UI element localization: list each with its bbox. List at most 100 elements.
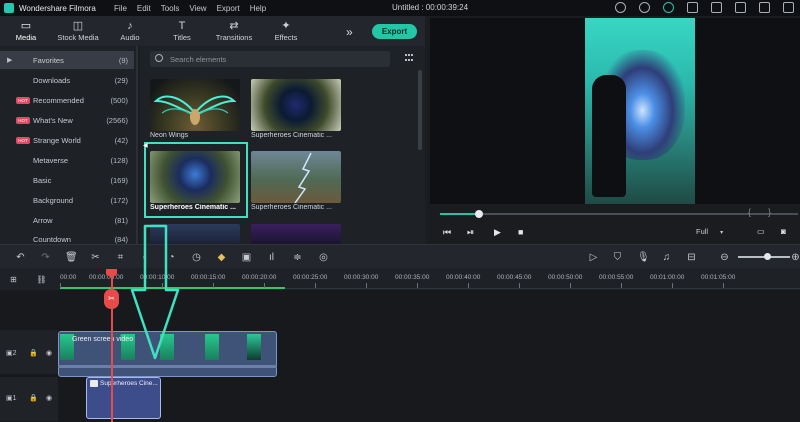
playback-progress-bar[interactable] [440, 210, 798, 218]
tab-label: Transitions [215, 33, 253, 42]
filmora-logo-icon [4, 3, 14, 13]
speed-icon[interactable]: ◔ [166, 252, 177, 263]
sidebar-item-count: (81) [114, 215, 128, 225]
thumbnail-partial-1[interactable] [150, 224, 240, 244]
play-icon[interactable]: ▶ [494, 227, 501, 238]
marker-icon[interactable]: ⛉ [612, 252, 623, 263]
tab-effects[interactable]: ✦ Effects [260, 20, 312, 46]
quality-select[interactable]: Full ▾ [696, 227, 723, 236]
ruler-tick [213, 283, 214, 288]
keyframe-icon[interactable]: ◆ [216, 252, 227, 263]
undo-icon[interactable]: ↶ [15, 252, 26, 263]
quality-label: Full [696, 227, 709, 236]
ruler-tick-label: 00:00:45:00 [497, 274, 532, 281]
menu-view[interactable]: View [189, 4, 206, 13]
ruler-tick [264, 283, 265, 288]
feedback-icon[interactable] [687, 2, 698, 13]
timer-icon[interactable]: ◷ [191, 252, 202, 263]
minimize-icon[interactable] [735, 2, 746, 13]
element-categories-sidebar: ▶ Favorites (9) Downloads (29) HOT Recom… [0, 46, 138, 244]
sidebar-item-count: (169) [110, 175, 128, 185]
audio-mixer-icon[interactable]: ♫ [661, 252, 672, 263]
menu-help[interactable]: Help [250, 4, 266, 13]
titles-icon: T [178, 20, 186, 32]
menu-file[interactable]: File [114, 4, 127, 13]
audio-wave-icon[interactable]: ıl [266, 252, 277, 263]
thumbnail-superheroes-cinematic-3[interactable] [251, 151, 341, 203]
link-icon[interactable]: ⛓ [36, 274, 47, 285]
play-pause-icon[interactable]: ⏯ [467, 227, 474, 238]
cloud-icon[interactable] [615, 2, 626, 13]
split-screen-icon[interactable]: ⊟ [686, 252, 697, 263]
add-track-icon[interactable]: ⊞ [8, 274, 19, 285]
stop-icon[interactable]: ■ [518, 227, 523, 237]
hot-badge: HOT [16, 136, 30, 144]
eye-icon[interactable]: ◉ [46, 349, 52, 357]
delete-icon[interactable]: 🗑 [65, 252, 78, 263]
zoom-out-icon[interactable]: ⊖ [719, 252, 730, 263]
thumbnail-partial-2[interactable] [251, 224, 341, 244]
tab-titles[interactable]: T Titles [156, 20, 208, 46]
close-icon[interactable] [783, 2, 794, 13]
snapshot-icon[interactable]: ◙ [781, 227, 786, 236]
ruler-tick-label: 00:01:00:00 [650, 274, 685, 281]
menu-bar: File Edit Tools View Export Help [114, 4, 266, 13]
menu-tools[interactable]: Tools [161, 4, 180, 13]
grid-view-icon[interactable] [405, 54, 415, 63]
clip-frame-thumbnail [247, 334, 261, 360]
title-bar: Wondershare Filmora File Edit Tools View… [0, 0, 800, 16]
crop-icon[interactable]: ⌗ [115, 252, 126, 263]
maximize-icon[interactable] [759, 2, 770, 13]
ruler-tick-label: 00:00:35:00 [395, 274, 430, 281]
render-icon[interactable]: ▷ [588, 252, 599, 263]
menu-export[interactable]: Export [217, 4, 240, 13]
tab-stock-media[interactable]: ◫ Stock Media [52, 20, 104, 46]
green-screen-icon[interactable]: ▣ [241, 252, 252, 263]
motion-tracking-icon[interactable]: ◎ [318, 252, 329, 263]
video-track-icon: ▣2 [6, 350, 17, 357]
sidebar-item-strange-world[interactable]: HOT Strange World (42) [0, 131, 134, 149]
download-icon[interactable] [711, 2, 722, 13]
sidebar-item-favorites[interactable]: ▶ Favorites (9) [0, 51, 134, 69]
zoom-slider-knob[interactable] [764, 253, 771, 260]
headset-icon[interactable] [663, 2, 674, 13]
sidebar-item-downloads[interactable]: Downloads (29) [0, 71, 134, 89]
playhead-cut-icon[interactable]: ✂ [104, 289, 119, 309]
sidebar-item-arrow[interactable]: Arrow (81) [0, 211, 134, 229]
previous-frame-icon[interactable]: ⏮ [443, 227, 451, 238]
library-scrollbar[interactable] [418, 70, 422, 150]
cut-icon[interactable]: ✂ [90, 252, 101, 263]
thumbnail-title: Neon Wings [150, 132, 189, 139]
thumbnail-neon-wings[interactable] [150, 79, 240, 131]
lock-icon[interactable]: 🔒 [29, 394, 38, 402]
mic-icon[interactable]: 🎙 [637, 252, 650, 263]
export-button[interactable]: Export [372, 24, 417, 39]
ruler-tick [417, 283, 418, 288]
sidebar-item-metaverse[interactable]: Metaverse (128) [0, 151, 134, 169]
lock-icon[interactable]: 🔒 [29, 349, 38, 357]
sidebar-item-background[interactable]: Background (172) [0, 191, 134, 209]
tab-media[interactable]: ▭ Media [0, 20, 52, 46]
redo-icon[interactable]: ↷ [40, 252, 51, 263]
adjust-icon[interactable]: ≑ [292, 252, 303, 263]
thumbnail-superheroes-cinematic-1[interactable] [251, 79, 341, 131]
sidebar-item-recommended[interactable]: HOT Recommended (500) [0, 91, 134, 109]
brightness-icon[interactable] [639, 2, 650, 13]
more-tabs-chevron-icon[interactable]: » [346, 25, 353, 39]
search-input[interactable]: Search elements [150, 51, 390, 67]
monitor-icon[interactable]: ▭ [757, 227, 765, 236]
color-icon[interactable]: ◐ [140, 252, 151, 263]
tab-transitions[interactable]: ⇄ Transitions [208, 20, 260, 46]
sidebar-divider[interactable] [136, 46, 138, 244]
mark-out-icon[interactable]: } [768, 207, 771, 217]
eye-icon[interactable]: ◉ [46, 394, 52, 402]
hot-badge: HOT [16, 96, 30, 104]
zoom-in-icon[interactable]: ⊕ [790, 252, 800, 263]
mark-in-icon[interactable]: { [748, 207, 751, 217]
tab-audio[interactable]: ♪ Audio [104, 20, 156, 46]
menu-edit[interactable]: Edit [137, 4, 151, 13]
hot-badge: HOT [16, 116, 30, 124]
sidebar-item-basic[interactable]: Basic (169) [0, 171, 134, 189]
sidebar-item-whats-new[interactable]: HOT What's New (2566) [0, 111, 134, 129]
sidebar-item-label: Favorites [33, 55, 64, 65]
